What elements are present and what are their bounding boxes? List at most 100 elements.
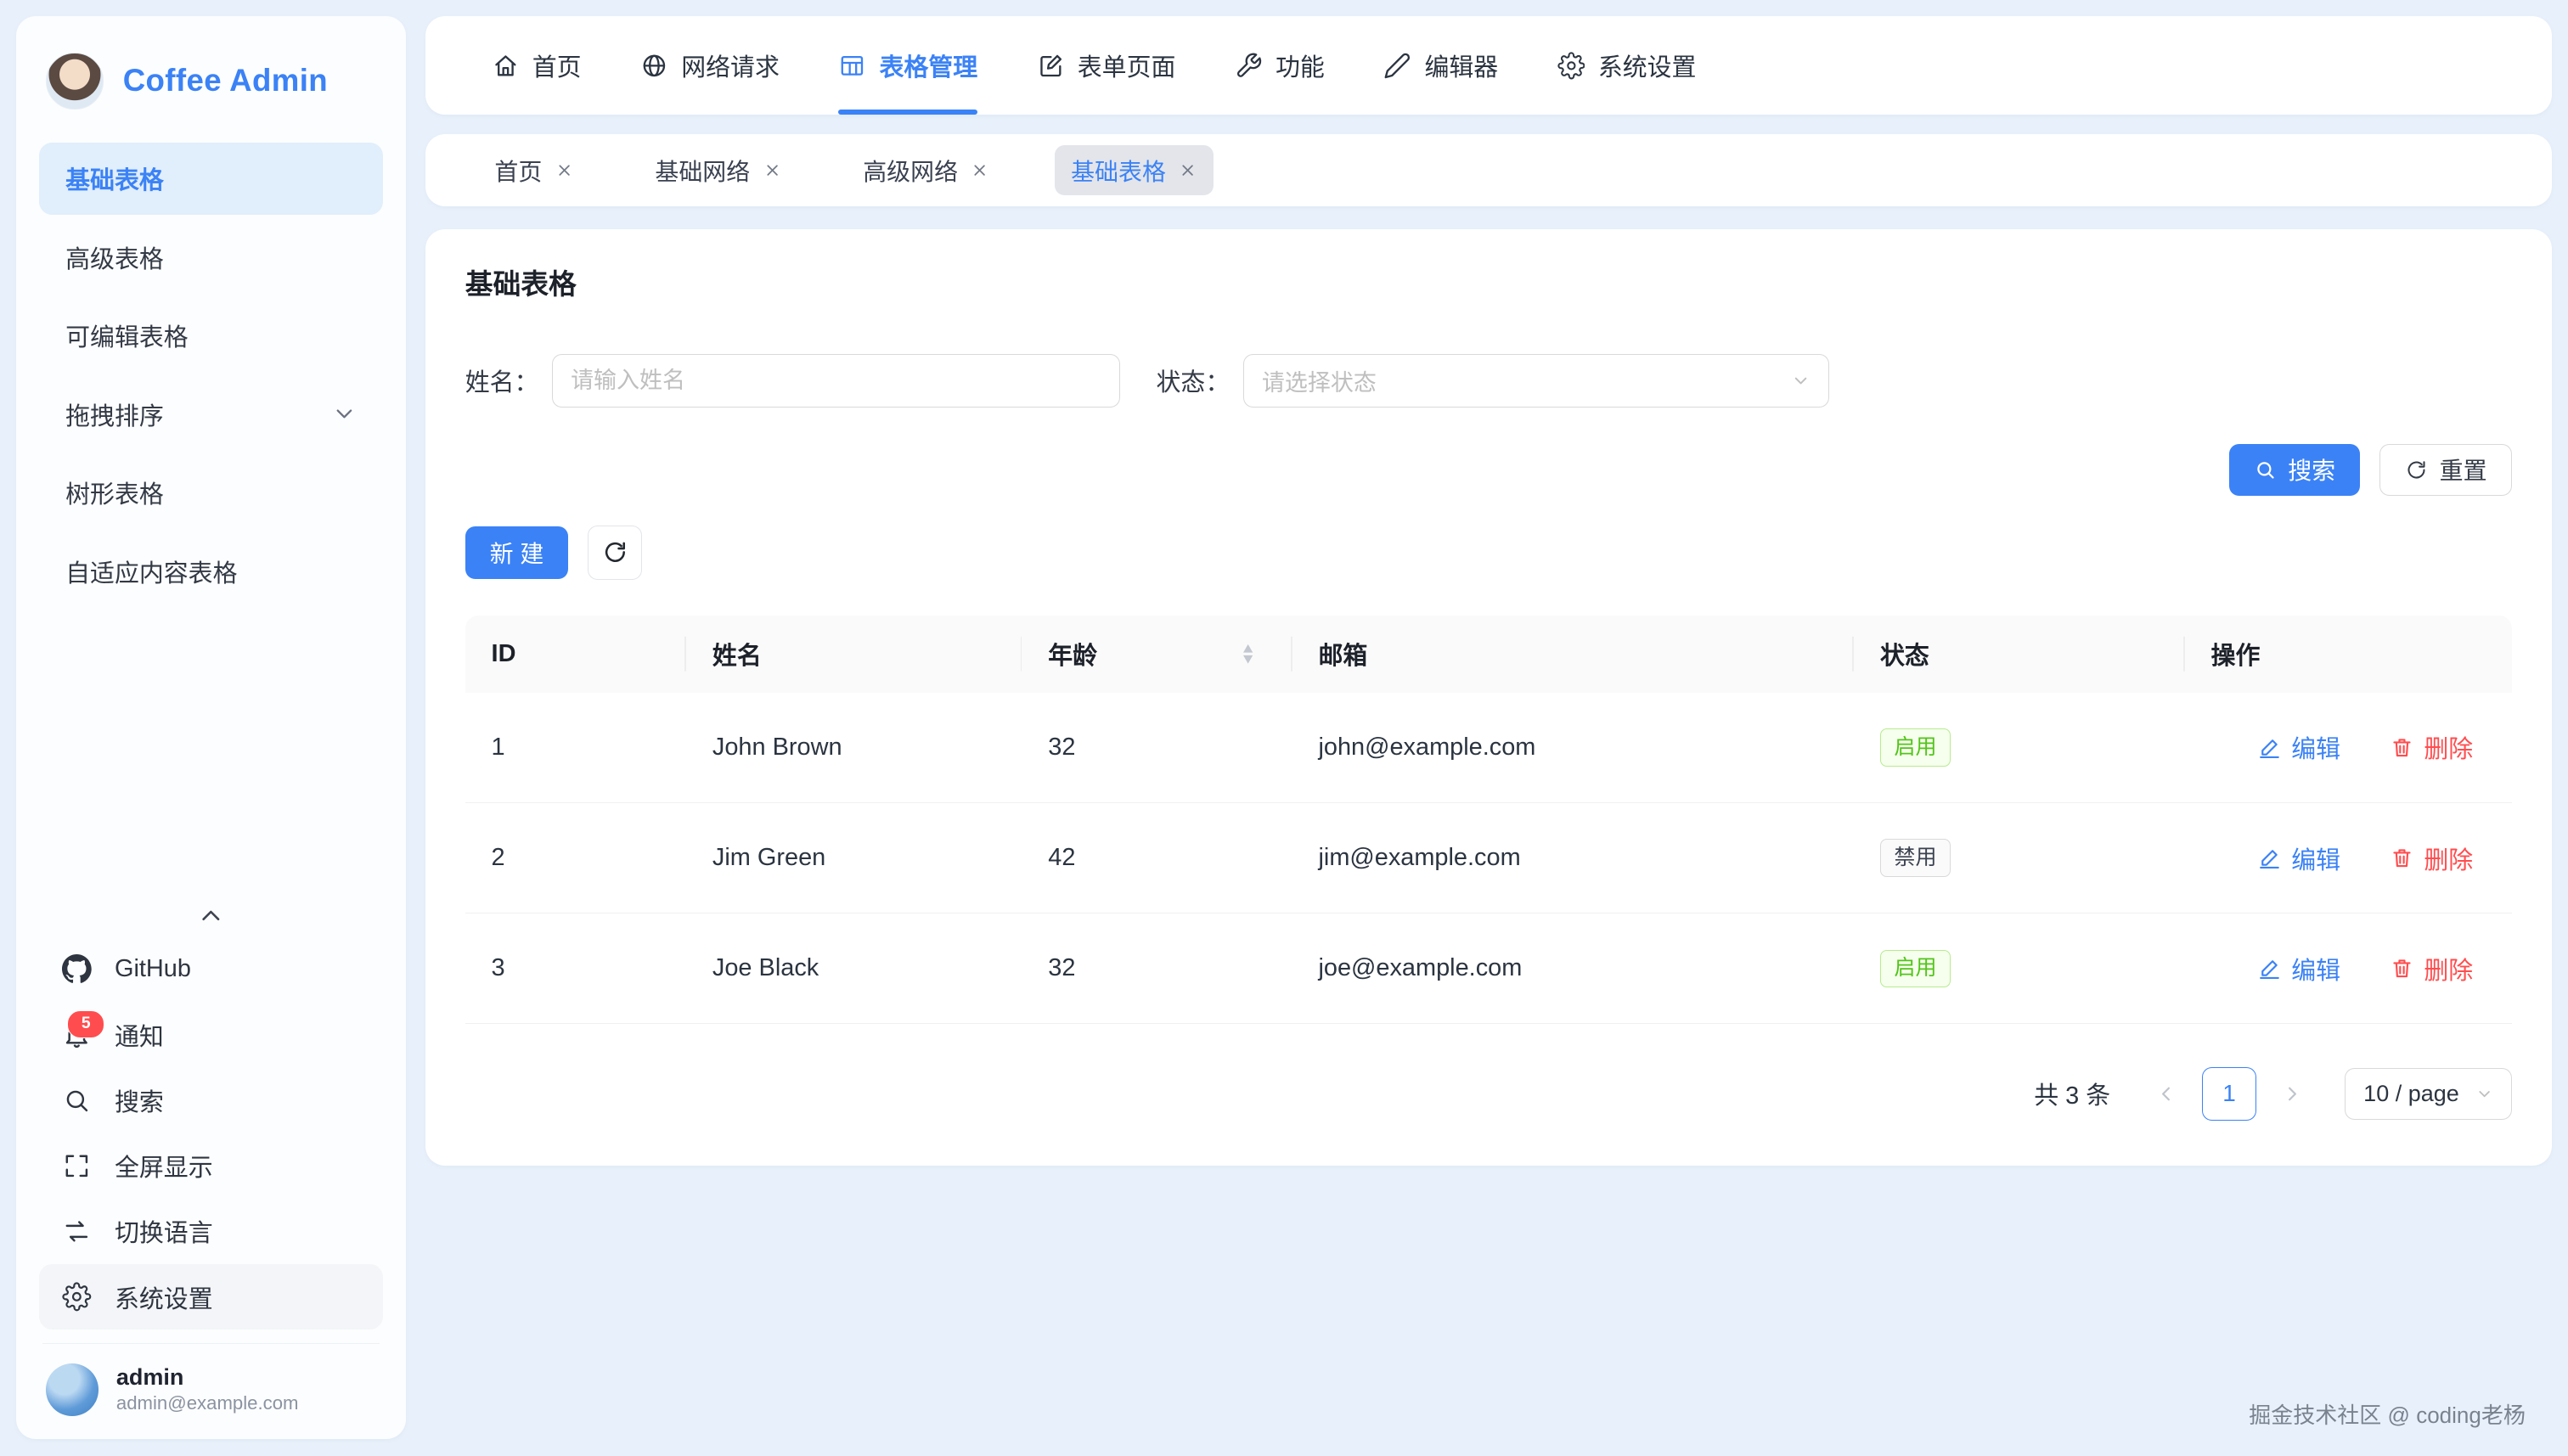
pen-icon — [1383, 52, 1411, 80]
nav-settings[interactable]: 系统设置 — [1557, 16, 1697, 115]
delete-link[interactable]: 删除 — [2390, 951, 2473, 987]
sidebar-item-tree-table[interactable]: 树形表格 — [39, 457, 383, 529]
table-row: 1 John Brown 32 john@example.com 启用 编辑 删… — [465, 693, 2513, 803]
open-tabs-bar: 首页 基础网络 高级网络 基础表格 — [425, 134, 2551, 206]
footer-item-label: 系统设置 — [115, 1279, 213, 1315]
sidebar-item-adaptive-table[interactable]: 自适应内容表格 — [39, 536, 383, 608]
nav-label: 网络请求 — [681, 48, 780, 83]
nav-table-management[interactable]: 表格管理 — [838, 16, 977, 115]
sidebar-collapse[interactable] — [16, 894, 406, 933]
edit-icon — [2257, 846, 2282, 870]
sidebar-item-label: 树形表格 — [65, 475, 164, 510]
sidebar-item-label: 自适应内容表格 — [65, 554, 237, 589]
app-logo: Coffee Admin — [16, 16, 406, 136]
pagination-prev-button[interactable] — [2140, 1068, 2193, 1121]
page-size-select[interactable]: 10 / page — [2345, 1068, 2513, 1121]
close-icon[interactable] — [971, 161, 988, 179]
pagination-page-1[interactable]: 1 — [2202, 1067, 2256, 1122]
tab-advanced-network[interactable]: 高级网络 — [847, 145, 1005, 195]
user-profile[interactable]: admin admin@example.com — [16, 1344, 406, 1440]
name-filter-label: 姓名： — [465, 363, 539, 398]
sidebar-fullscreen[interactable]: 全屏显示 — [39, 1133, 383, 1199]
col-header-email: 邮箱 — [1292, 616, 1855, 693]
notification-badge: 5 — [67, 1010, 104, 1038]
search-button[interactable]: 搜索 — [2229, 444, 2360, 497]
search-button-label: 搜索 — [2288, 453, 2335, 486]
sidebar-item-drag-sort[interactable]: 拖拽排序 — [39, 378, 383, 450]
cell-age: 32 — [1022, 693, 1292, 803]
col-header-status: 状态 — [1854, 616, 2185, 693]
delete-link[interactable]: 删除 — [2390, 729, 2473, 765]
reset-button[interactable]: 重置 — [2379, 444, 2512, 497]
tab-basic-table[interactable]: 基础表格 — [1055, 145, 1214, 195]
sort-control[interactable] — [1240, 643, 1256, 666]
create-button[interactable]: 新 建 — [465, 526, 569, 579]
sidebar-item-basic-table[interactable]: 基础表格 — [39, 143, 383, 215]
cell-id: 1 — [465, 693, 686, 803]
chevron-right-icon — [2281, 1082, 2304, 1105]
footer-item-label: 通知 — [115, 1017, 164, 1053]
col-header-actions: 操作 — [2185, 616, 2513, 693]
trash-icon — [2390, 956, 2414, 981]
sidebar-item-label: 拖拽排序 — [65, 396, 164, 432]
app-title: Coffee Admin — [123, 63, 328, 98]
trash-icon — [2390, 735, 2414, 760]
search-icon — [2254, 458, 2277, 481]
tab-label: 基础表格 — [1071, 154, 1166, 188]
sidebar-item-editable-table[interactable]: 可编辑表格 — [39, 300, 383, 372]
status-filter-select[interactable]: 请选择状态 — [1243, 354, 1829, 408]
user-avatar — [46, 1363, 99, 1416]
nav-form-pages[interactable]: 表单页面 — [1037, 16, 1176, 115]
edit-link[interactable]: 编辑 — [2257, 729, 2340, 765]
sidebar-search[interactable]: 搜索 — [39, 1068, 383, 1133]
user-name: admin — [116, 1363, 299, 1392]
globe-icon — [640, 52, 668, 80]
edit-link[interactable]: 编辑 — [2257, 951, 2340, 987]
close-icon[interactable] — [763, 161, 781, 179]
chevron-down-icon — [331, 401, 358, 427]
edit-label: 编辑 — [2291, 729, 2340, 765]
status-badge: 禁用 — [1880, 839, 1951, 876]
tab-basic-network[interactable]: 基础网络 — [639, 145, 797, 195]
sidebar: Coffee Admin 基础表格 高级表格 可编辑表格 拖拽排序 树形表格 自… — [16, 16, 406, 1439]
user-email: admin@example.com — [116, 1391, 299, 1416]
sidebar-notifications[interactable]: 5 通知 — [39, 1002, 383, 1067]
nav-features[interactable]: 功能 — [1235, 16, 1325, 115]
table-toolbar: 新 建 — [465, 526, 2513, 580]
close-icon[interactable] — [1179, 161, 1197, 179]
tab-label: 基础网络 — [655, 154, 750, 188]
pagination-next-button[interactable] — [2266, 1068, 2318, 1121]
edit-link[interactable]: 编辑 — [2257, 840, 2340, 876]
nav-editor[interactable]: 编辑器 — [1383, 16, 1498, 115]
reset-button-label: 重置 — [2440, 453, 2487, 486]
sidebar-language-switch[interactable]: 切换语言 — [39, 1199, 383, 1264]
create-button-label: 新 建 — [490, 536, 544, 570]
footer-item-label: 搜索 — [115, 1082, 164, 1118]
sidebar-settings[interactable]: 系统设置 — [39, 1264, 383, 1330]
tab-home[interactable]: 首页 — [478, 145, 589, 195]
close-icon[interactable] — [555, 161, 573, 179]
reload-table-button[interactable] — [588, 526, 642, 580]
refresh-icon — [2405, 458, 2428, 481]
nav-home[interactable]: 首页 — [492, 16, 582, 115]
chevron-down-icon — [2475, 1085, 2493, 1103]
page-size-value: 10 / page — [2363, 1081, 2459, 1107]
col-header-age[interactable]: 年龄 — [1022, 616, 1292, 693]
cell-email: john@example.com — [1292, 693, 1855, 803]
cell-name: John Brown — [686, 693, 1022, 803]
caret-up-icon — [1240, 643, 1256, 655]
pagination: 共 3 条 1 10 / page — [465, 1067, 2513, 1122]
name-filter-input[interactable] — [552, 354, 1120, 408]
cell-email: jim@example.com — [1292, 803, 1855, 914]
edit-icon — [2257, 735, 2282, 760]
footer-item-label: 切换语言 — [115, 1213, 213, 1249]
sidebar-item-advanced-table[interactable]: 高级表格 — [39, 221, 383, 293]
cell-id: 2 — [465, 803, 686, 914]
sidebar-github[interactable]: GitHub — [39, 936, 383, 1002]
delete-link[interactable]: 删除 — [2390, 840, 2473, 876]
github-icon — [62, 954, 92, 984]
nav-network[interactable]: 网络请求 — [640, 16, 780, 115]
nav-label: 系统设置 — [1598, 48, 1697, 83]
watermark: 掘金技术社区 @ coding老杨 — [2249, 1398, 2526, 1430]
status-filter-label: 状态： — [1157, 363, 1230, 398]
